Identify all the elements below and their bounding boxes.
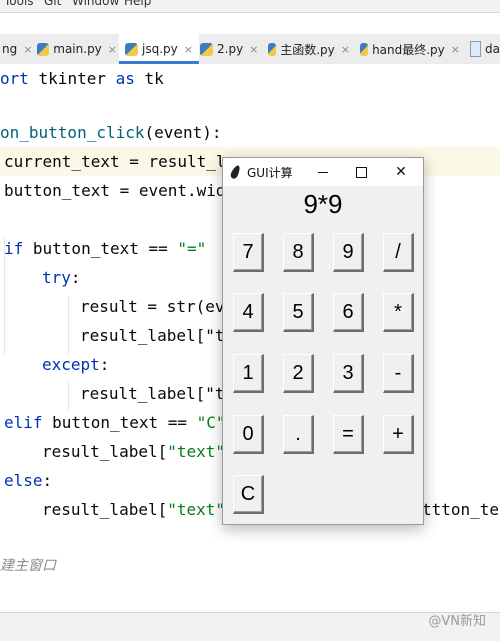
code-line: result_label["t [80,384,225,403]
python-file-icon [360,42,369,56]
python-file-icon [37,42,50,56]
code-line: except: [42,355,110,374]
key-5-button[interactable]: 5 [283,293,314,332]
tab-label: hand最终.py [372,42,445,57]
code-line: if button_text == "=" [4,239,207,258]
indent-guide [68,296,69,354]
code-line: ttton_tex [422,500,500,519]
tab-label: da [485,42,500,56]
tab-main-function-py[interactable]: 主函数.py × [268,34,350,64]
tab-label: ng [2,42,18,56]
add-button[interactable]: + [383,415,414,454]
window-title: GUI计算 [247,165,293,180]
code-line: ort tkinter as tk [0,69,164,88]
tab-label: 主函数.py [280,42,335,57]
calculator-window: GUI计算 ✕ 9*9 7 8 9 / 4 5 6 * 1 2 3 - 0 . … [222,157,424,525]
close-icon[interactable]: × [23,43,32,56]
tab-da[interactable]: da [470,34,500,64]
result-display: 9*9 [303,189,343,219]
decimal-point-button[interactable]: . [283,415,314,454]
tab-main-py[interactable]: main.py × [37,34,117,64]
divide-button[interactable]: / [383,233,414,272]
status-bar [0,612,500,641]
multiply-button[interactable]: * [383,293,414,332]
code-line: result_label["t [80,326,225,345]
python-file-icon [200,42,213,56]
window-titlebar[interactable]: GUI计算 ✕ [223,158,423,186]
feather-icon [229,164,242,180]
subtract-button[interactable]: - [383,354,414,393]
menu-git[interactable]: Git [44,0,61,8]
python-file-icon [268,42,277,56]
tab-label: jsq.py [142,42,178,56]
code-line: button_text = event.wid [4,181,226,200]
tab-label: main.py [53,42,102,56]
minimize-icon [318,171,328,173]
equals-button[interactable]: = [333,415,364,454]
menu-help[interactable]: Help [124,0,151,8]
code-line: result_label["text" [42,442,226,461]
menu-window[interactable]: Window [72,0,119,8]
minimize-button[interactable] [303,158,343,186]
tab-jsq-py[interactable]: jsq.py × [119,34,199,64]
code-line: result = str(ev [80,297,225,316]
code-line: current_text = result_l [4,152,226,171]
close-icon[interactable]: × [184,43,193,56]
indent-guide [68,382,69,411]
tab-ng[interactable]: ng × [0,34,32,64]
key-1-button[interactable]: 1 [233,354,264,393]
close-icon: ✕ [395,164,407,180]
key-3-button[interactable]: 3 [333,354,364,393]
code-line: result_label["text" [42,500,226,519]
key-0-button[interactable]: 0 [233,415,264,454]
clear-button[interactable]: C [233,475,264,514]
code-line: on_button_click(event): [0,123,222,142]
close-icon[interactable]: × [249,43,258,56]
tab-label: 2.py [217,42,244,56]
key-4-button[interactable]: 4 [233,293,264,332]
close-icon[interactable]: × [108,43,117,56]
tab-2-py[interactable]: 2.py × [200,34,262,64]
python-file-icon [125,42,138,56]
key-9-button[interactable]: 9 [333,233,364,272]
tab-hand-final-py[interactable]: hand最终.py × [360,34,460,64]
key-8-button[interactable]: 8 [283,233,314,272]
close-icon[interactable]: × [341,43,350,56]
close-icon[interactable]: × [451,43,460,56]
key-7-button[interactable]: 7 [233,233,264,272]
code-line: elif button_text == "C" [4,413,226,432]
key-2-button[interactable]: 2 [283,354,314,393]
close-button[interactable]: ✕ [381,158,421,186]
editor-tab-bar: ng × main.py × jsq.py × 2.py × 主函数.py × … [0,34,500,65]
code-line: try: [42,268,81,287]
menu-tools[interactable]: Tools [4,0,34,8]
code-comment: 建主窗口 [0,558,56,574]
maximize-icon [355,166,367,178]
menu-bar: Tools Git Window Help [0,0,500,13]
code-line: else: [4,471,53,490]
file-icon [470,41,482,57]
watermark: @VN新知 [428,614,486,629]
maximize-button[interactable] [341,158,381,186]
key-6-button[interactable]: 6 [333,293,364,332]
